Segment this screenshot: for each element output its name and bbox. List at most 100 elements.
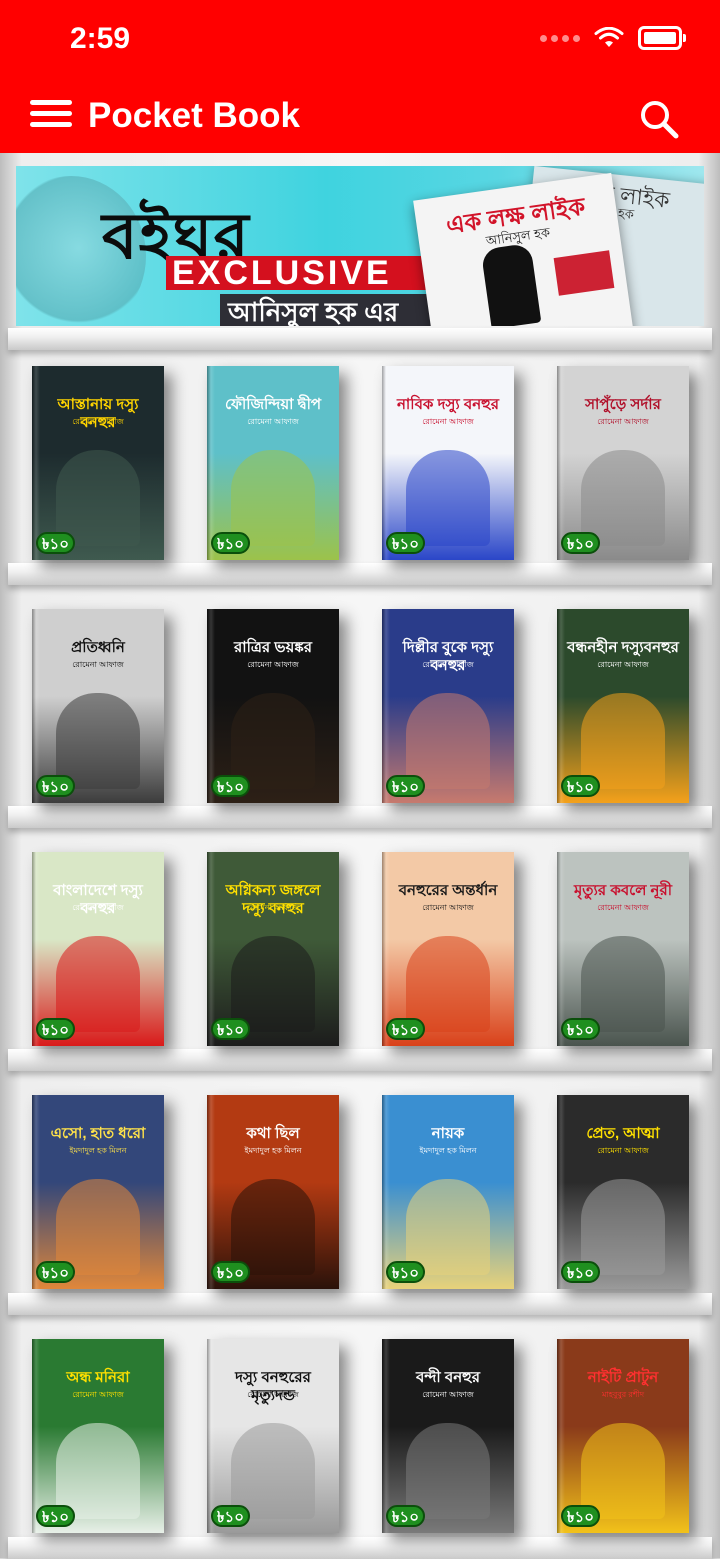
cover-illustration [581, 936, 665, 1032]
shelf-ledge [8, 1293, 712, 1315]
book-cover[interactable]: নাইটি প্রাটুন মাহবুবুর রশীদ ৳১০ [557, 1339, 689, 1533]
book-author: রোমেনা আফাজ [72, 903, 124, 912]
app-header: 2:59 Pocket Book [0, 0, 720, 153]
cover-illustration [406, 450, 490, 546]
book-cover[interactable]: দিল্লীর বুকে দস্যু বনহুর রোমেনা আফাজ ৳১০ [382, 609, 514, 803]
book-cover[interactable]: বন্ধনহীন দস্যুবনহুর রোমেনা আফাজ ৳১০ [557, 609, 689, 803]
book-title: কথা ছিল [246, 1125, 300, 1142]
banner-title-exclusive: EXCLUSIVE [172, 254, 392, 292]
price-badge: ৳১০ [211, 1261, 250, 1283]
book-cover[interactable]: মৃত্যুর কবলে নূরী রোমেনা আফাজ ৳১০ [557, 852, 689, 1046]
menu-button[interactable] [30, 100, 72, 132]
book-cover[interactable]: কথা ছিল ইমদাদুল হক মিলন ৳১০ [207, 1095, 339, 1289]
book-title: সাপুঁড়ে সর্দার [585, 396, 661, 413]
book-cover[interactable]: দস্যু বনহুরের মৃত্যুদন্ড রোমেনা আফাজ ৳১০ [207, 1339, 339, 1533]
book-cover[interactable]: সাপুঁড়ে সর্দার রোমেনা আফাজ ৳১০ [557, 366, 689, 560]
shelf-ledge [8, 1049, 712, 1071]
book-cover[interactable]: বনহুরের অন্তর্ধান রোমেনা আফাজ ৳১০ [382, 852, 514, 1046]
price-badge: ৳১০ [561, 1018, 600, 1040]
book-cover[interactable]: এসো, হাত ধরো ইমদাদুল হক মিলন ৳১০ [32, 1095, 164, 1289]
promo-banner[interactable]: বইঘর EXCLUSIVE আনিসুল হক এর ক্ষ লাইক সুল… [16, 166, 704, 326]
battery-icon [638, 26, 686, 50]
book-title: রাত্রির ভয়ঙ্কর [234, 639, 312, 656]
book-author: রোমেনা আফাজ [247, 417, 299, 426]
cover-illustration [581, 1179, 665, 1275]
banner-author-line: আনিসুল হক এর [228, 297, 399, 326]
book-cover[interactable]: আস্তানায় দস্যু বনহুর রোমেনা আফাজ ৳১০ [32, 366, 164, 560]
cover-illustration [56, 936, 140, 1032]
book-cover[interactable]: নায়ক ইমদাদুল হক মিলন ৳১০ [382, 1095, 514, 1289]
book-cover[interactable]: প্রেত, আত্মা রোমেনা আফাজ ৳১০ [557, 1095, 689, 1289]
book-author: মাহবুবুর রশীদ [601, 1390, 645, 1399]
price-badge: ৳১০ [36, 1018, 75, 1040]
price-badge: ৳১০ [561, 532, 600, 554]
price-badge: ৳১০ [36, 1261, 75, 1283]
book-cover[interactable]: রাত্রির ভয়ঙ্কর রোমেনা আফাজ ৳১০ [207, 609, 339, 803]
price-badge: ৳১০ [561, 1261, 600, 1283]
book-cover[interactable]: অগ্নিকন্য জঙ্গলে দস্যু বনহুর রোমেনা আফাজ ৳… [207, 852, 339, 1046]
book-title: নাবিক দস্যু বনহুর [396, 396, 500, 413]
price-badge: ৳১০ [36, 775, 75, 797]
search-icon[interactable] [638, 98, 680, 140]
price-badge: ৳১০ [36, 532, 75, 554]
cover-illustration [231, 1423, 315, 1519]
book-title: প্রেত, আত্মা [586, 1125, 660, 1142]
shelf-ledge [8, 806, 712, 828]
book-cover[interactable]: ফৌজিন্দিয়া দ্বীপ রোমেনা আফাজ ৳১০ [207, 366, 339, 560]
book-author: ইমদাদুল হক মিলন [69, 1146, 127, 1155]
price-badge: ৳১০ [386, 1505, 425, 1527]
cover-illustration [406, 1179, 490, 1275]
cover-illustration [581, 450, 665, 546]
cover-illustration [56, 693, 140, 789]
cover-illustration [231, 693, 315, 789]
book-cover[interactable]: বন্দী বনহুর রোমেনা আফাজ ৳১০ [382, 1339, 514, 1533]
cover-illustration [56, 1179, 140, 1275]
book-title: নাইটি প্রাটুন [587, 1369, 659, 1386]
book-author: রোমেনা আফাজ [422, 903, 474, 912]
book-author: রোমেনা আফাজ [247, 660, 299, 669]
book-title: মৃত্যুর কবলে নূরী [573, 882, 673, 899]
book-title: এসো, হাত ধরো [50, 1125, 146, 1142]
book-author: রোমেনা আফাজ [597, 660, 649, 669]
book-cover[interactable]: বাংলাদেশে দস্যু বনহুর রোমেনা আফাজ ৳১০ [32, 852, 164, 1046]
book-author: রোমেনা আফাজ [597, 1146, 649, 1155]
banner-laptop [553, 250, 615, 296]
book-author: রোমেনা আফাজ [72, 1390, 124, 1399]
status-indicators [540, 26, 686, 50]
shelf-ledge [8, 1537, 712, 1559]
price-badge: ৳১০ [386, 775, 425, 797]
book-title: বন্দী বনহুর [416, 1369, 480, 1386]
price-badge: ৳১০ [561, 775, 600, 797]
cover-illustration [231, 1179, 315, 1275]
book-cover[interactable]: অন্ধ মনিরা রোমেনা আফাজ ৳১০ [32, 1339, 164, 1533]
app-title: Pocket Book [88, 96, 300, 135]
book-author: রোমেনা আফাজ [422, 417, 474, 426]
hamburger-icon [30, 100, 72, 105]
book-title: প্রতিধ্বনি [71, 639, 125, 656]
book-cover[interactable]: নাবিক দস্যু বনহুর রোমেনা আফাজ ৳১০ [382, 366, 514, 560]
book-title: নায়ক [431, 1125, 465, 1142]
book-author: রোমেনা আফাজ [422, 1390, 474, 1399]
book-author: রোমেনা আফাজ [72, 660, 124, 669]
book-title: বনহুরের অন্তর্ধান [398, 882, 498, 899]
cover-illustration [406, 693, 490, 789]
book-author: রোমেনা আফাজ [247, 903, 299, 912]
book-cover[interactable]: প্রতিধ্বনি রোমেনা আফাজ ৳১০ [32, 609, 164, 803]
shelf-ledge [8, 563, 712, 585]
cover-illustration [581, 1423, 665, 1519]
cover-illustration [406, 936, 490, 1032]
book-author: রোমেনা আফাজ [597, 903, 649, 912]
shelf-ledge [8, 328, 712, 350]
price-badge: ৳১০ [211, 1018, 250, 1040]
book-author: ইমদাদুল হক মিলন [244, 1146, 302, 1155]
price-badge: ৳১০ [211, 532, 250, 554]
price-badge: ৳১০ [386, 1018, 425, 1040]
price-badge: ৳১০ [211, 1505, 250, 1527]
price-badge: ৳১০ [561, 1505, 600, 1527]
price-badge: ৳১০ [386, 532, 425, 554]
price-badge: ৳১০ [36, 1505, 75, 1527]
status-time: 2:59 [70, 22, 131, 55]
book-title: বন্ধনহীন দস্যুবনহুর [567, 639, 679, 656]
book-author: রোমেনা আফাজ [247, 1390, 299, 1399]
cover-illustration [231, 450, 315, 546]
